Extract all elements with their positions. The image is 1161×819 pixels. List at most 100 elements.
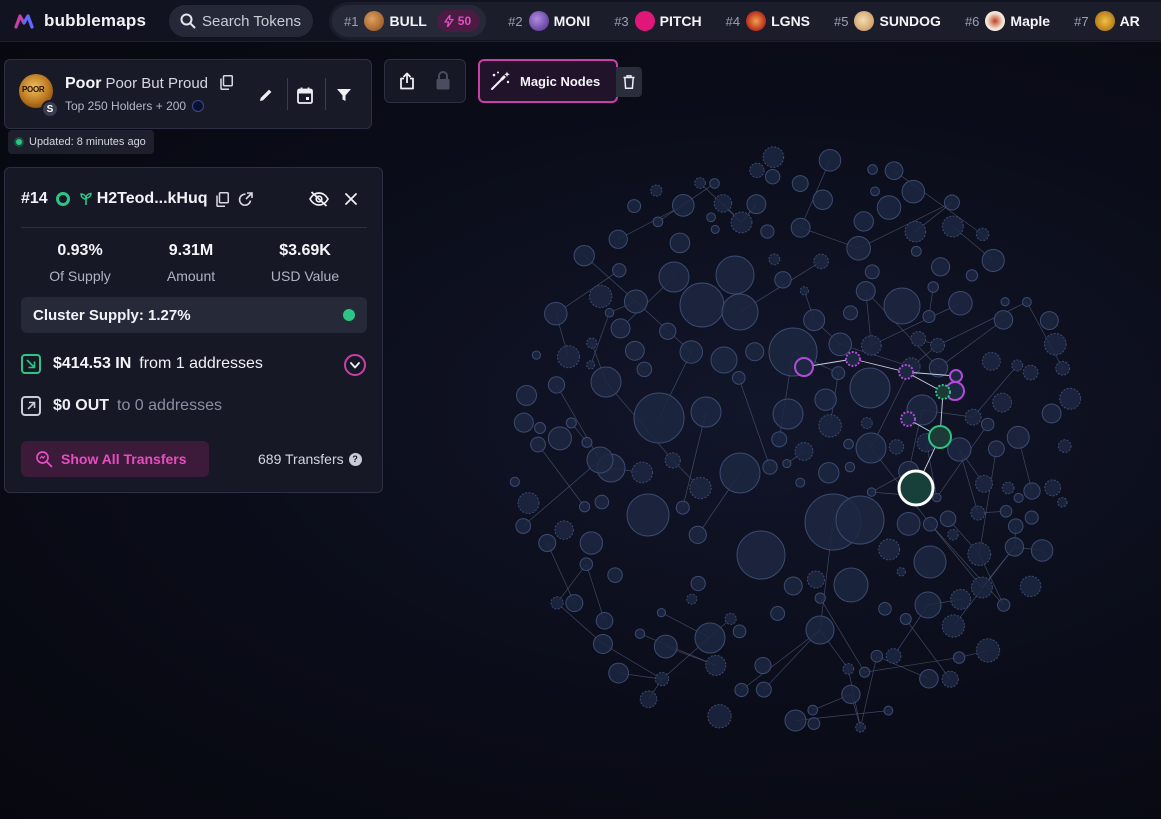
- holder-bubble[interactable]: [896, 511, 921, 536]
- holder-bubble[interactable]: [843, 438, 854, 450]
- holder-bubble[interactable]: [878, 602, 892, 616]
- trending-item-bull[interactable]: #1 BULL 50: [332, 5, 487, 37]
- cluster-bubble[interactable]: [949, 369, 963, 383]
- holder-bubble[interactable]: [970, 576, 993, 599]
- holder-bubble[interactable]: [904, 220, 927, 243]
- holder-bubble[interactable]: [947, 528, 959, 541]
- holder-bubble[interactable]: [939, 510, 957, 528]
- holder-bubble[interactable]: [710, 224, 720, 234]
- holder-bubble[interactable]: [721, 293, 759, 331]
- holder-bubble[interactable]: [746, 194, 767, 215]
- holder-bubble[interactable]: [855, 432, 887, 464]
- holder-bubble[interactable]: [941, 614, 966, 638]
- external-link-icon[interactable]: [238, 191, 253, 207]
- cluster-bubble[interactable]: [898, 364, 914, 380]
- holder-bubble[interactable]: [996, 598, 1011, 612]
- holder-bubble[interactable]: [947, 437, 972, 462]
- holder-bubble[interactable]: [633, 392, 685, 444]
- holder-bubble[interactable]: [1030, 539, 1054, 562]
- calendar-button[interactable]: [292, 82, 318, 108]
- holder-bubble[interactable]: [554, 520, 574, 540]
- holder-bubble[interactable]: [749, 162, 765, 179]
- show-all-transfers-button[interactable]: Show All Transfers: [21, 441, 209, 477]
- holder-bubble[interactable]: [579, 557, 594, 571]
- holder-bubble[interactable]: [607, 567, 623, 583]
- holder-bubble[interactable]: [639, 690, 658, 709]
- holder-bubble[interactable]: [814, 388, 837, 411]
- search-tokens[interactable]: Search Tokens: [169, 5, 313, 37]
- app-logo[interactable]: bubblemaps: [14, 11, 164, 31]
- holder-bubble[interactable]: [846, 235, 871, 261]
- holder-bubble[interactable]: [965, 269, 979, 282]
- holder-bubble[interactable]: [975, 474, 993, 493]
- holder-bubble[interactable]: [1024, 510, 1039, 525]
- holder-bubble[interactable]: [849, 367, 891, 409]
- holder-bubble[interactable]: [1000, 297, 1010, 307]
- holder-bubble[interactable]: [806, 570, 825, 589]
- holder-bubble[interactable]: [627, 199, 642, 214]
- holder-bubble[interactable]: [772, 398, 804, 430]
- holder-bubble[interactable]: [860, 417, 873, 430]
- holder-bubble[interactable]: [557, 345, 581, 369]
- holder-bubble[interactable]: [679, 282, 725, 328]
- holder-bubble[interactable]: [608, 662, 630, 684]
- holder-bubble[interactable]: [918, 477, 932, 490]
- holder-bubble[interactable]: [565, 594, 584, 613]
- holder-bubble[interactable]: [981, 351, 1001, 371]
- holder-bubble[interactable]: [516, 384, 537, 406]
- holder-bubble[interactable]: [864, 264, 880, 280]
- holder-bubble[interactable]: [992, 392, 1012, 413]
- holder-bubble[interactable]: [517, 492, 540, 514]
- holder-bubble[interactable]: [870, 649, 884, 663]
- holder-bubble[interactable]: [586, 337, 598, 349]
- holder-bubble[interactable]: [1023, 482, 1041, 500]
- cluster-bubble[interactable]: [845, 351, 861, 367]
- holder-bubble[interactable]: [1021, 297, 1032, 307]
- holder-bubble[interactable]: [844, 461, 856, 473]
- holder-bubble[interactable]: [948, 291, 973, 316]
- holder-bubble[interactable]: [768, 253, 781, 266]
- holder-bubble[interactable]: [547, 376, 566, 394]
- holder-bubble[interactable]: [675, 500, 690, 515]
- holder-bubble[interactable]: [931, 257, 951, 277]
- holder-bubble[interactable]: [689, 476, 712, 500]
- cluster-bubble[interactable]: [794, 357, 814, 377]
- holder-bubble[interactable]: [922, 309, 936, 324]
- holder-bubble[interactable]: [1022, 364, 1039, 381]
- holder-bubble[interactable]: [719, 452, 761, 494]
- holder-bubble[interactable]: [812, 189, 833, 210]
- holder-bubble[interactable]: [888, 439, 905, 455]
- holder-bubble[interactable]: [762, 459, 778, 475]
- holder-bubble[interactable]: [534, 422, 546, 434]
- holder-bubble[interactable]: [578, 501, 591, 513]
- holder-bubble[interactable]: [1013, 492, 1024, 503]
- holder-bubble[interactable]: [671, 194, 695, 217]
- boost-badge[interactable]: 50: [436, 10, 481, 32]
- holder-bubble[interactable]: [669, 232, 691, 254]
- holder-bubble[interactable]: [594, 494, 610, 510]
- holder-bubble[interactable]: [795, 477, 806, 488]
- holder-bubble[interactable]: [855, 281, 876, 302]
- holder-bubble[interactable]: [586, 360, 596, 370]
- edit-button[interactable]: [253, 82, 279, 108]
- holder-bubble[interactable]: [885, 648, 902, 664]
- holder-bubble[interactable]: [901, 357, 921, 376]
- holder-bubble[interactable]: [804, 493, 862, 551]
- holder-bubble[interactable]: [631, 461, 654, 484]
- holder-bubble[interactable]: [1057, 497, 1068, 508]
- holder-bubble[interactable]: [927, 281, 939, 293]
- holder-bubble[interactable]: [764, 168, 781, 185]
- copy-address-icon[interactable]: [215, 191, 229, 207]
- holder-bubble[interactable]: [626, 493, 670, 537]
- holder-bubble[interactable]: [656, 607, 667, 618]
- holder-bubble[interactable]: [732, 624, 747, 639]
- holder-bubble[interactable]: [636, 361, 653, 378]
- holder-bubble[interactable]: [659, 322, 677, 340]
- holder-bubble[interactable]: [1006, 425, 1030, 449]
- cluster-bubble[interactable]: [935, 384, 951, 400]
- holder-bubble[interactable]: [930, 337, 946, 353]
- holder-bubble[interactable]: [664, 452, 681, 469]
- holder-bubble[interactable]: [941, 670, 959, 688]
- holder-bubble[interactable]: [950, 588, 972, 610]
- holder-bubble[interactable]: [1044, 479, 1062, 497]
